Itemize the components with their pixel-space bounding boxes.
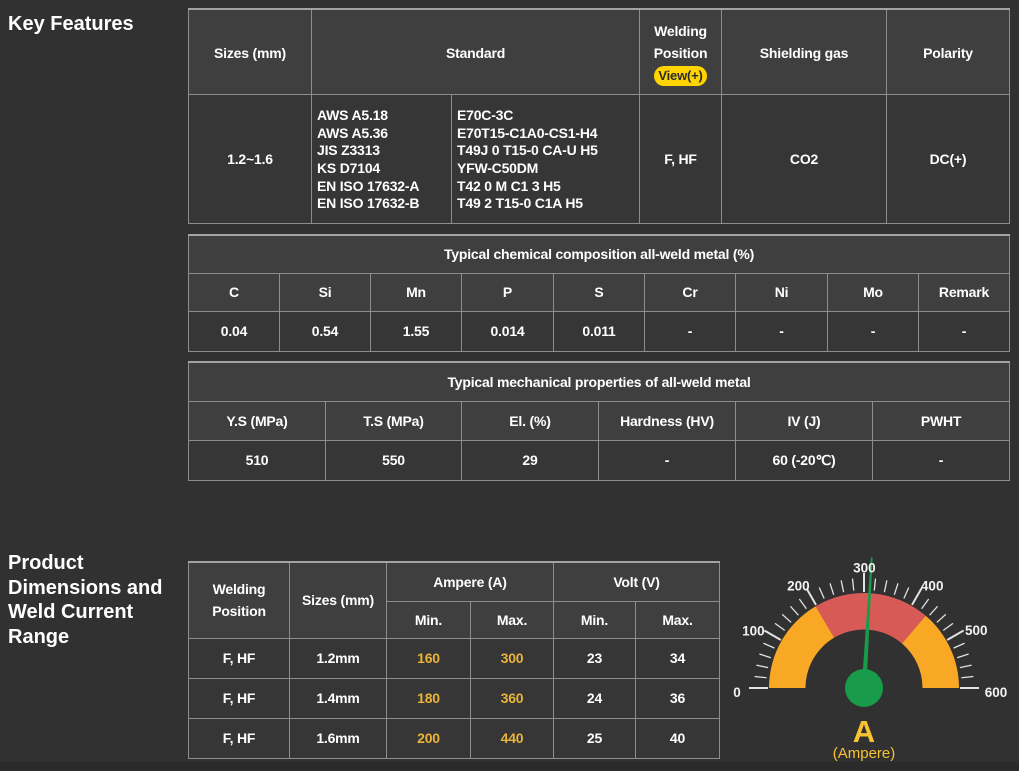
svg-text:200: 200 — [787, 579, 810, 594]
svg-text:0: 0 — [733, 685, 741, 700]
svg-text:A: A — [853, 714, 875, 749]
svg-text:600: 600 — [985, 685, 1008, 700]
svg-text:(Ampere): (Ampere) — [833, 745, 896, 762]
svg-text:100: 100 — [742, 623, 765, 638]
svg-text:500: 500 — [965, 623, 988, 638]
svg-text:400: 400 — [921, 578, 944, 593]
svg-text:300: 300 — [853, 561, 876, 576]
